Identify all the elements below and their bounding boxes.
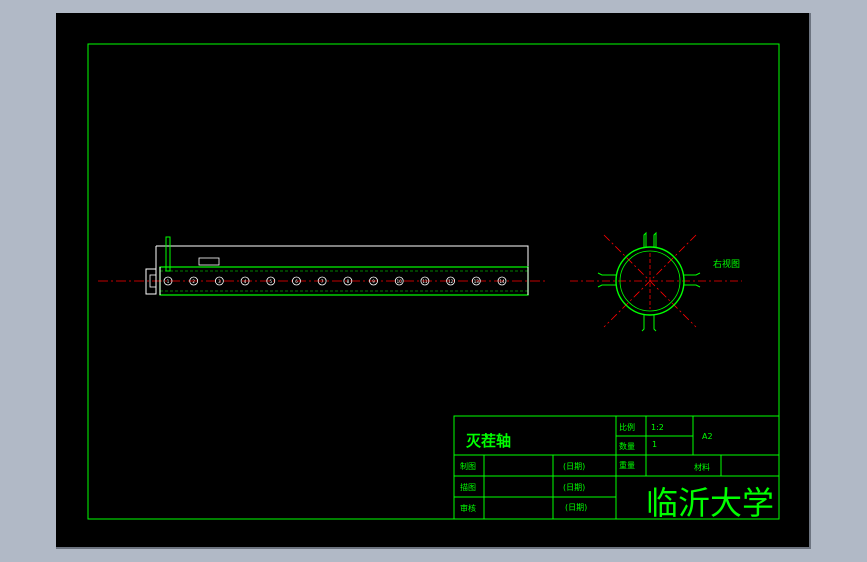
drawn-label: 制图 [460, 461, 476, 471]
bolt-hole-number: 7 [321, 279, 324, 284]
weight-label: 重量 [619, 460, 635, 470]
drawing-sheet: 1 2 3 4 5 6 7 8 9 10 11 12 13 14 右视图 灭茬轴… [56, 13, 811, 549]
checked-label: 描图 [460, 482, 476, 492]
bolt-hole-number: 14 [499, 279, 505, 284]
approved-label: 审核 [460, 503, 476, 513]
side-view: 右视图 [570, 231, 742, 332]
bolt-hole-number: 5 [269, 279, 272, 284]
bolt-hole-number: 4 [244, 279, 247, 284]
shaft-tab [198, 257, 220, 266]
bolt-hole-number: 1 [167, 279, 170, 284]
title-block-text: 灭茬轴 比例 1:2 数量 1 A2 重量 材料 制图 描图 审核 (日期) (… [460, 422, 774, 522]
bolt-hole-number: 9 [372, 279, 375, 284]
institution-name: 临沂大学 [646, 484, 774, 522]
bolt-hole-number: 6 [295, 279, 298, 284]
scale-label: 比例 [619, 422, 635, 432]
blade-right [684, 272, 701, 288]
quantity-value: 1 [652, 440, 657, 449]
side-view-label: 右视图 [713, 258, 740, 270]
blade-top [643, 231, 657, 247]
shaft-outline-top [156, 245, 529, 269]
scale-value: 1:2 [651, 423, 664, 432]
bolt-hole-number: 10 [397, 279, 403, 284]
bolt-hole-number: 12 [448, 279, 454, 284]
date-label-3: (日期) [565, 503, 587, 512]
shaft-end-flange [145, 268, 157, 295]
drawing-number: A2 [702, 432, 713, 441]
quantity-label: 数量 [619, 441, 635, 451]
bolt-hole-number: 8 [347, 279, 350, 284]
bolt-hole-number: 3 [218, 279, 221, 284]
left-blade-plate [165, 236, 171, 272]
date-label-2: (日期) [563, 483, 585, 492]
front-view: 1 2 3 4 5 6 7 8 9 10 11 12 13 14 [98, 236, 548, 296]
bolt-hole-number: 11 [422, 279, 428, 284]
blade-left [597, 272, 616, 288]
blade-bottom [641, 315, 657, 332]
bolt-hole-number: 2 [192, 279, 195, 284]
cad-drawing: 1 2 3 4 5 6 7 8 9 10 11 12 13 14 右视图 灭茬轴… [87, 43, 780, 522]
bolt-hole-number: 13 [474, 279, 480, 284]
date-label-1: (日期) [563, 462, 585, 471]
material-label: 材料 [694, 462, 710, 472]
part-name: 灭茬轴 [465, 432, 511, 450]
